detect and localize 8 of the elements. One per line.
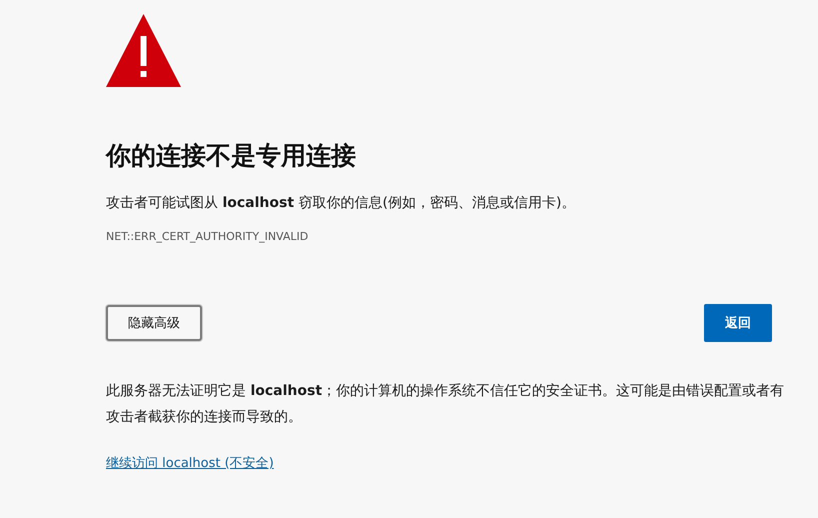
back-button[interactable]: 返回 bbox=[704, 304, 772, 342]
warning-icon bbox=[106, 14, 181, 87]
page-heading: 你的连接不是专用连接 bbox=[106, 140, 357, 172]
error-code: NET::ERR_CERT_AUTHORITY_INVALID bbox=[106, 229, 310, 245]
summary-text: 攻击者可能试图从 localhost 窃取你的信息(例如，密码、消息或信用卡)。 bbox=[106, 194, 576, 213]
proceed-link[interactable]: 继续访问 localhost (不安全) bbox=[106, 454, 274, 472]
hide-advanced-button[interactable]: 隐藏高级 bbox=[106, 305, 202, 341]
details-text: 此服务器无法证明它是 localhost；你的计算机的操作系统不信任它的安全证书。这可能是由错误配置或者有攻击者截获你的连接而导致的。 bbox=[106, 382, 786, 427]
